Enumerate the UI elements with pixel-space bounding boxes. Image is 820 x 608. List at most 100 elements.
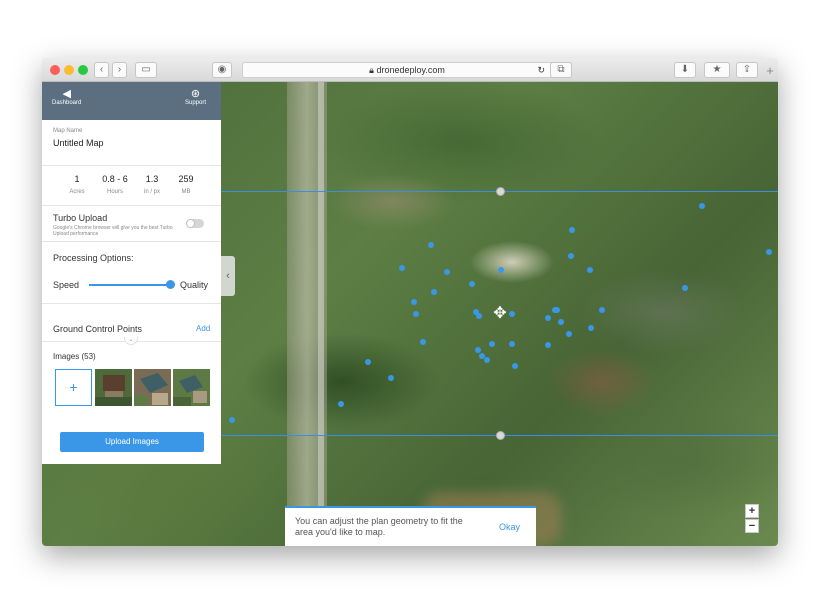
image-location-dot [766,249,772,255]
lifebuoy-icon: ⊛ [190,88,201,100]
reload-icon[interactable]: ↻ [537,63,545,77]
sidebar-toggle-button[interactable]: ▭ [135,62,157,78]
stat-hours: 0.8 - 6 Hours [102,174,128,195]
image-location-dot [552,307,558,313]
back-button[interactable]: ‹ [94,62,109,78]
turbo-upload-section: Turbo Upload Google's Chrome browser wil… [42,206,221,242]
image-thumbnail[interactable] [173,369,210,406]
image-location-dot [229,417,235,423]
image-location-dot [599,307,605,313]
processing-title: Processing Options: [53,253,134,263]
quality-slider-knob[interactable] [166,280,175,289]
thumbnail-image [134,369,171,406]
move-icon[interactable]: ✥ [491,305,509,323]
road-line [318,82,324,546]
upload-images-button[interactable]: Upload Images [60,432,204,452]
share-icon: ⇪ [742,64,752,75]
turbo-upload-toggle[interactable] [186,219,204,228]
tabs-overview-button[interactable]: ⧉ [550,62,572,78]
dashboard-button[interactable]: ◀ Dashboard [52,88,81,106]
image-location-dot [509,341,515,347]
image-location-dot [566,331,572,337]
images-title: Images (53) [53,352,96,361]
image-location-dot [699,203,705,209]
processing-section: Processing Options: Speed Quality [42,242,221,304]
extension-button[interactable]: ◉ [212,62,232,78]
sidebar-icon: ▭ [141,64,151,75]
quality-slider-track[interactable] [89,284,173,286]
tabs-icon: ⧉ [557,64,565,75]
chevron-left-icon: ‹ [226,270,230,282]
image-location-dot [420,339,426,345]
expand-chevron[interactable]: ⌄ [124,337,138,345]
toast-okay-button[interactable]: Okay [499,522,520,532]
turbo-upload-title: Turbo Upload [53,213,108,223]
image-location-dot [568,253,574,259]
stat-size: 259 MB [178,174,194,195]
reader-button[interactable]: ★ [704,62,730,78]
image-location-dot [484,357,490,363]
image-location-dot [512,363,518,369]
image-thumbnail[interactable] [134,369,171,406]
star-icon: ★ [712,64,722,75]
image-location-dot [469,281,475,287]
toast-message: You can adjust the plan geometry to fit … [295,516,463,537]
dashboard-label: Dashboard [52,100,82,106]
tip-toast: You can adjust the plan geometry to fit … [285,506,536,546]
new-tab-button[interactable]: + [762,64,778,80]
map-name-section: Map Name Untitled Map [42,120,221,166]
forward-button[interactable]: › [112,62,127,78]
image-thumbnail[interactable] [95,369,132,406]
plan-handle-top[interactable] [496,187,505,196]
image-location-dot [489,341,495,347]
image-location-dot [476,313,482,319]
image-location-dot [545,315,551,321]
lock-icon: 🔒︎ [369,65,374,75]
thumbnail-image [95,369,132,406]
back-arrow-icon: ◀ [62,88,71,100]
image-location-dot [588,325,594,331]
map-name-input[interactable]: Untitled Map [53,138,104,148]
support-label: Support [185,100,207,106]
extension-icon: ◉ [217,64,227,75]
quality-label: Quality [180,280,209,290]
sidebar-header: ◀ Dashboard ⊛ Support [42,82,221,120]
image-location-dot [399,265,405,271]
turbo-upload-description: Google's Chrome browser will give you th… [53,225,173,237]
thumbnail-image [173,369,210,406]
address-text: dronedeploy.com [376,65,445,75]
chevron-right-icon: › [117,64,122,75]
image-location-dot [475,347,481,353]
minimize-window-button[interactable] [64,65,74,75]
zoom-in-button[interactable]: + [745,504,759,518]
image-location-dot [558,319,564,325]
image-location-dot [428,242,434,248]
support-button[interactable]: ⊛ Support [185,88,206,106]
gcp-title: Ground Control Points [53,324,143,334]
downloads-button[interactable]: ⬇ [674,62,696,78]
image-location-dot [411,299,417,305]
zoom-window-button[interactable] [78,65,88,75]
plan-handle-bottom[interactable] [496,431,505,440]
gcp-add-link[interactable]: Add [196,324,210,333]
chevron-down-icon: ⌄ [128,337,134,343]
gcp-section: Ground Control Points Add ⌄ [42,304,221,345]
plan-sidebar: ◀ Dashboard ⊛ Support Map Name Untitled … [42,82,221,464]
image-location-dot [587,267,593,273]
share-button[interactable]: ⇪ [736,62,758,78]
zoom-out-button[interactable]: − [745,519,759,533]
image-location-dot [682,285,688,291]
plus-icon: + [766,63,774,78]
toggle-knob [186,219,195,228]
speed-label: Speed [53,280,80,290]
download-icon: ⬇ [680,64,690,75]
browser-titlebar: ‹ › ▭ ◉ 🔒︎ dronedeploy.com ↻ ⧉ ⬇ ★ ⇪ + [42,58,778,82]
image-location-dot [388,375,394,381]
stat-acres: 1 Acres [69,174,85,195]
address-bar[interactable]: 🔒︎ dronedeploy.com ↻ [242,62,572,78]
close-window-button[interactable] [50,65,60,75]
add-images-button[interactable]: + [55,369,92,406]
image-location-dot [444,269,450,275]
collapse-sidebar-tab[interactable]: ‹ [221,256,235,296]
browser-window: ‹ › ▭ ◉ 🔒︎ dronedeploy.com ↻ ⧉ ⬇ ★ ⇪ + ✥… [42,58,778,546]
